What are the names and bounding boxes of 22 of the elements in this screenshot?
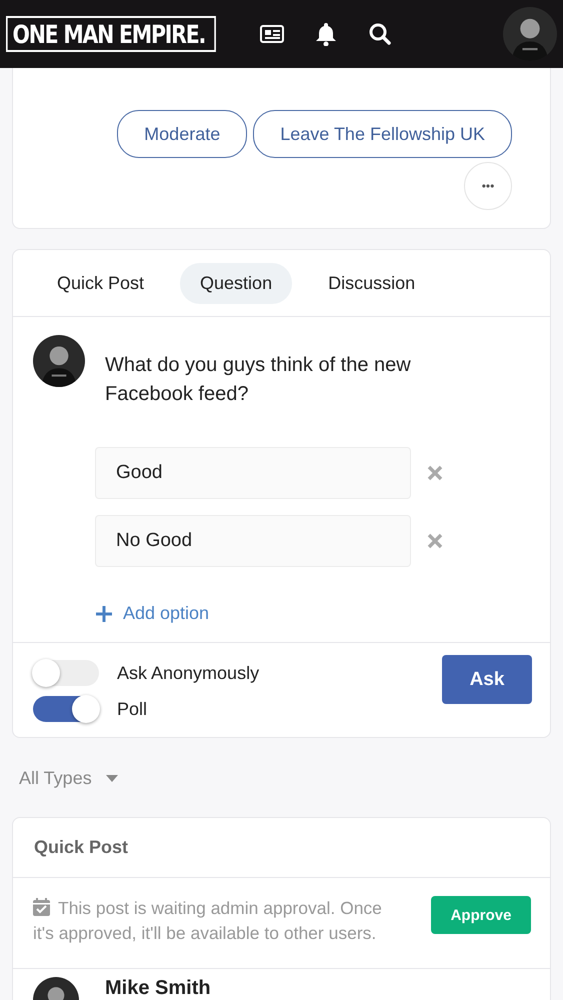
option-field[interactable]: Good (95, 447, 411, 499)
plus-icon (95, 604, 113, 622)
caret-icon (106, 775, 118, 782)
post-type-title: Quick Post (13, 818, 550, 878)
calendar-check-icon (33, 898, 50, 916)
approval-notice: This post is waiting admin approval. Once it's approved, it'll be available to other users. (33, 897, 383, 945)
toggle-label: Poll (117, 698, 148, 720)
composer-tab[interactable]: Quick Post (37, 263, 164, 304)
question-text[interactable]: What do you guys think of the new Facebook feed? (105, 351, 465, 409)
logo[interactable]: ONE MAN EMPIRE. (6, 16, 216, 52)
author-name[interactable]: Mike Smith (105, 977, 211, 1000)
toggle-switch[interactable] (33, 660, 99, 686)
toggle-label: Ask Anonymously (117, 662, 260, 684)
more-button[interactable]: ••• (464, 162, 512, 210)
toggle-switch[interactable] (33, 696, 99, 722)
add-option-button[interactable]: Add option (95, 603, 530, 624)
ask-button[interactable]: Ask (442, 655, 532, 704)
group-action-button[interactable]: Moderate (117, 110, 248, 158)
group-action-button[interactable]: Leave The Fellowship UK (253, 110, 512, 158)
composer-tab[interactable]: Discussion (308, 263, 436, 304)
option-field[interactable]: No Good (95, 515, 411, 567)
composer-tab[interactable]: Question (180, 263, 292, 304)
